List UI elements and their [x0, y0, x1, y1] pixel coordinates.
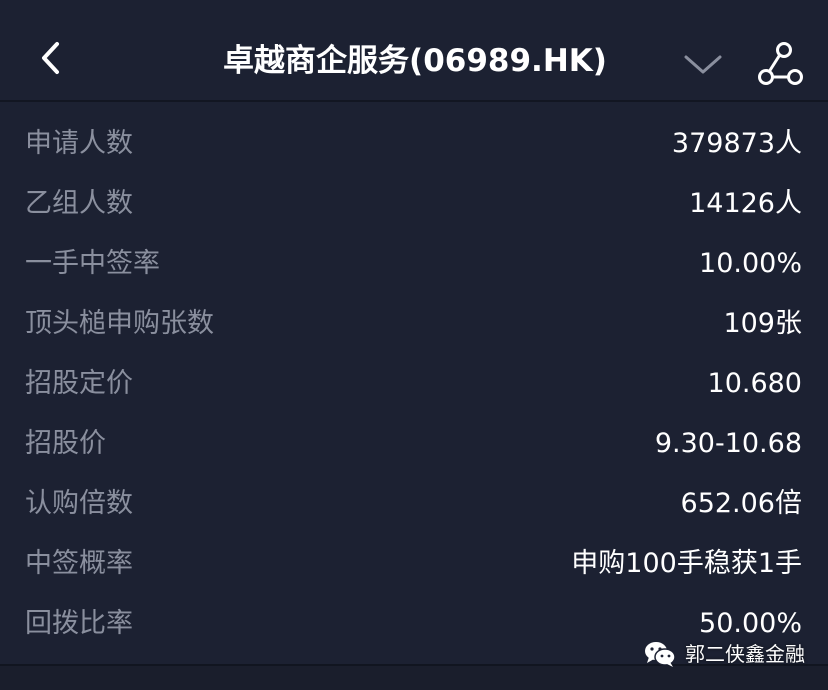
- header-bar: 卓越商企服务(06989.HK): [0, 0, 828, 102]
- share-nodes-icon: [758, 42, 803, 85]
- row-value: 10.680: [707, 368, 802, 399]
- list-item: 申请人数 379873人: [0, 114, 828, 174]
- ipo-info-list: 申请人数 379873人 乙组人数 14126人 一手中签率 10.00% 顶头…: [0, 114, 828, 654]
- page-title: 卓越商企服务(06989.HK): [223, 43, 607, 79]
- row-label: 招股价: [25, 428, 106, 459]
- list-item: 认购倍数 652.06倍: [0, 474, 828, 534]
- ipo-detail-screen: 卓越商企服务(06989.HK) 申请人数 379873人 乙组人数 14126…: [0, 0, 828, 690]
- row-label: 招股定价: [25, 368, 133, 399]
- share-button[interactable]: [752, 38, 808, 90]
- row-value: 652.06倍: [680, 488, 802, 519]
- row-value: 申购100手稳获1手: [571, 548, 802, 579]
- row-label: 回拨比率: [25, 608, 133, 639]
- row-value: 379873人: [671, 128, 802, 159]
- list-item: 中签概率 申购100手稳获1手: [0, 534, 828, 594]
- list-item: 顶头槌申购张数 109张: [0, 294, 828, 354]
- row-value: 9.30-10.68: [654, 428, 802, 459]
- row-label: 一手中签率: [25, 248, 160, 279]
- chevron-down-icon: [684, 55, 722, 74]
- row-value: 14126人: [689, 188, 802, 219]
- row-label: 申请人数: [25, 128, 133, 159]
- wechat-icon: [645, 642, 676, 667]
- row-label: 顶头槌申购张数: [25, 308, 214, 339]
- back-button[interactable]: [28, 36, 72, 80]
- row-label: 认购倍数: [25, 488, 133, 519]
- row-value: 109张: [723, 308, 802, 339]
- list-item: 一手中签率 10.00%: [0, 234, 828, 294]
- list-item: 招股价 9.30-10.68: [0, 414, 828, 474]
- watermark-text: 郭二侠鑫金融: [685, 642, 805, 666]
- row-label: 中签概率: [25, 548, 133, 579]
- row-label: 乙组人数: [25, 188, 133, 219]
- list-item: 乙组人数 14126人: [0, 174, 828, 234]
- row-value: 10.00%: [699, 248, 802, 279]
- list-item: 招股定价 10.680: [0, 354, 828, 414]
- chevron-left-icon: [42, 42, 59, 74]
- dropdown-button[interactable]: [678, 44, 728, 84]
- watermark: 郭二侠鑫金融: [643, 636, 805, 672]
